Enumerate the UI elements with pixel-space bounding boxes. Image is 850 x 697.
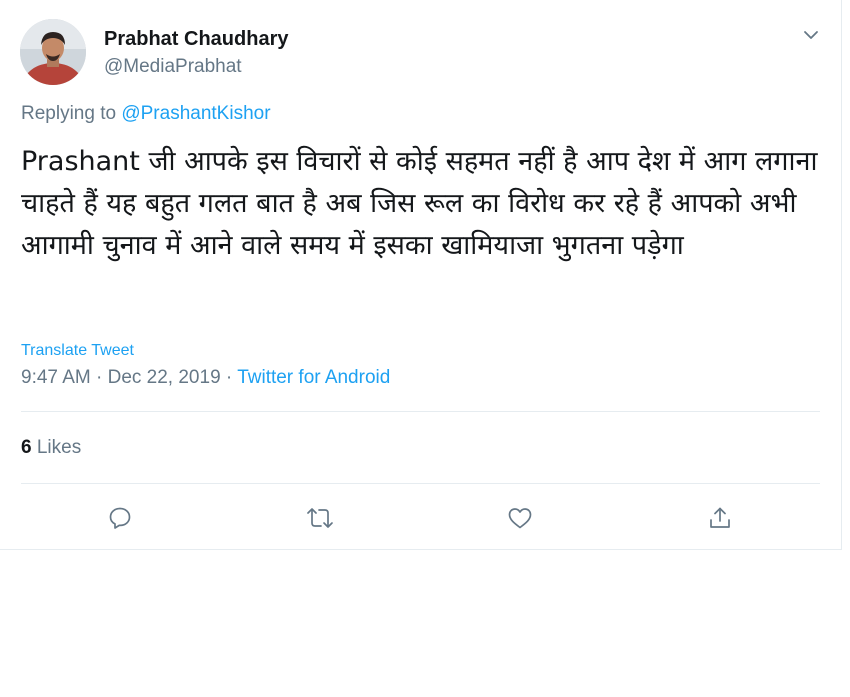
- reply-button[interactable]: [105, 503, 135, 533]
- avatar[interactable]: [20, 19, 86, 85]
- avatar-photo: [20, 19, 86, 85]
- retweet-icon: [307, 508, 333, 528]
- replying-to-label: Replying to: [21, 103, 117, 124]
- meta-separator: ·: [96, 367, 103, 388]
- replying-to-mention[interactable]: @PrashantKishor: [121, 103, 270, 124]
- tweet-date[interactable]: Dec 22, 2019: [108, 367, 221, 388]
- like-button[interactable]: [505, 503, 535, 533]
- author-name[interactable]: Prabhat Chaudhary: [104, 28, 288, 51]
- share-icon: [710, 507, 730, 528]
- divider: [21, 483, 820, 484]
- like-icon: [508, 508, 532, 529]
- divider: [21, 411, 820, 412]
- more-options-chevron-down-icon[interactable]: [800, 24, 822, 46]
- author-handle[interactable]: @MediaPrabhat: [104, 56, 242, 78]
- tweet-text: Prashant जी आपके इस विचारों से कोई सहमत …: [21, 146, 818, 261]
- likes-count: 6: [21, 437, 32, 458]
- share-button[interactable]: [705, 503, 735, 533]
- tweet-time[interactable]: 9:47 AM: [21, 367, 91, 388]
- tweet-meta: 9:47 AM · Dec 22, 2019 · Twitter for And…: [21, 367, 390, 389]
- tweet-card: Prabhat Chaudhary @MediaPrabhat Replying…: [0, 0, 842, 550]
- likes-stat[interactable]: 6 Likes: [21, 437, 81, 459]
- reply-icon: [109, 507, 131, 529]
- translate-tweet-link[interactable]: Translate Tweet: [21, 342, 134, 360]
- likes-label: Likes: [36, 437, 82, 458]
- tweet-source[interactable]: Twitter for Android: [237, 367, 390, 388]
- replying-to: Replying to @PrashantKishor: [21, 103, 271, 125]
- retweet-button[interactable]: [305, 503, 335, 533]
- meta-separator: ·: [225, 367, 233, 388]
